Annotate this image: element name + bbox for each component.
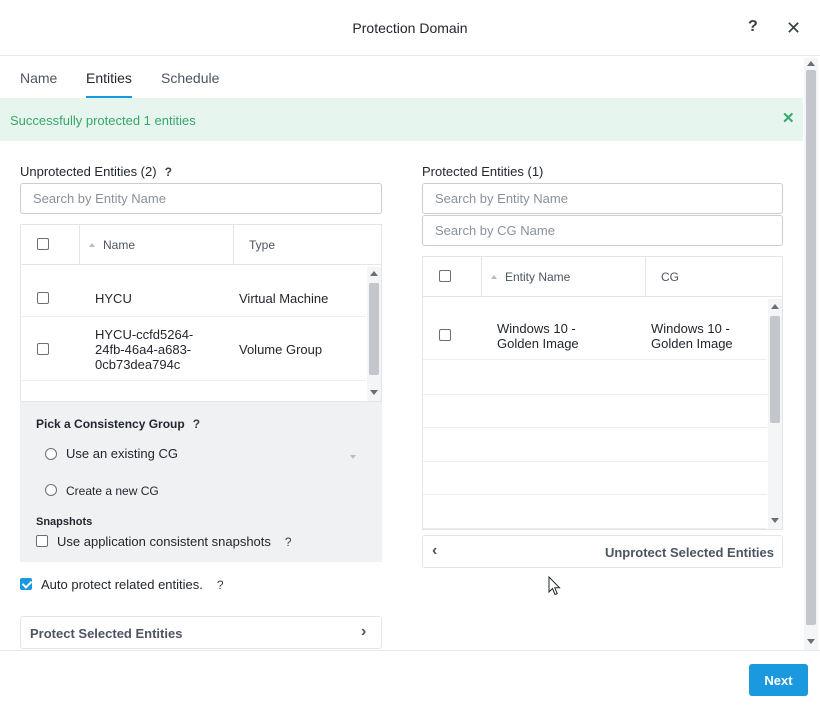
consistency-group-title: Pick a Consistency Group? bbox=[36, 417, 200, 431]
tab-entities[interactable]: Entities bbox=[86, 70, 132, 86]
scroll-up-arrow-icon[interactable] bbox=[771, 304, 779, 309]
select-all-checkbox[interactable] bbox=[439, 270, 451, 282]
scroll-up-arrow-icon[interactable] bbox=[370, 271, 378, 276]
entity-type: Virtual Machine bbox=[239, 291, 329, 306]
scroll-down-arrow-icon[interactable] bbox=[771, 518, 779, 523]
existing-cg-radio[interactable] bbox=[45, 448, 57, 460]
cg-name-line: Golden Image bbox=[651, 336, 733, 351]
table-header: Name Type bbox=[21, 225, 381, 265]
scroll-down-arrow-icon[interactable] bbox=[807, 639, 815, 644]
protect-selected-button[interactable]: Protect Selected Entities › bbox=[20, 616, 382, 649]
entity-name: HYCU-ccfd5264- 24fb-46a4-a683- 0cb73dea7… bbox=[95, 327, 193, 372]
column-divider bbox=[233, 225, 234, 265]
auto-protect-checkbox[interactable] bbox=[20, 578, 32, 590]
snapshots-option-text: Use application consistent snapshots bbox=[57, 534, 271, 549]
row-divider bbox=[21, 316, 366, 317]
dialog-footer bbox=[0, 650, 820, 708]
consistency-group-panel: Pick a Consistency Group? Use an existin… bbox=[20, 402, 382, 562]
close-icon[interactable]: ✕ bbox=[786, 18, 801, 38]
dialog-header: Protection Domain ? ✕ bbox=[0, 0, 820, 56]
new-cg-radio[interactable] bbox=[45, 484, 57, 496]
entity-type: Volume Group bbox=[239, 342, 323, 357]
table-header: Entity Name CG bbox=[423, 257, 782, 297]
scroll-down-arrow-icon[interactable] bbox=[370, 390, 378, 395]
unprotected-entities-title: Unprotected Entities (2) bbox=[20, 164, 157, 179]
unprotected-entities-table: Name Type HYCU Virtual Machine HYCU-ccfd… bbox=[20, 224, 382, 402]
cg-search-input[interactable] bbox=[422, 215, 783, 246]
unprotect-selected-button[interactable]: ‹ Unprotect Selected Entities bbox=[422, 535, 783, 568]
chevron-right-icon: › bbox=[361, 623, 367, 640]
entity-name-line: Golden Image bbox=[497, 336, 579, 351]
unprotected-entities-heading: Unprotected Entities (2)? bbox=[20, 164, 172, 179]
entity-name-line: 0cb73dea794c bbox=[95, 357, 181, 372]
table-scrollbar[interactable] bbox=[367, 267, 381, 401]
question-icon[interactable]: ? bbox=[193, 417, 200, 431]
column-header-entity-name[interactable]: Entity Name bbox=[491, 270, 570, 284]
column-divider bbox=[481, 257, 482, 297]
entity-name: Windows 10 - Golden Image bbox=[497, 321, 579, 351]
row-checkbox[interactable] bbox=[439, 329, 451, 341]
unprotected-search-input[interactable] bbox=[20, 183, 382, 214]
scrollbar-thumb[interactable] bbox=[806, 70, 816, 625]
scrollbar-thumb[interactable] bbox=[770, 316, 780, 423]
question-icon[interactable]: ? bbox=[217, 578, 224, 592]
protected-entities-table: Entity Name CG Windows 10 - Golden Image… bbox=[422, 256, 783, 530]
column-divider bbox=[79, 225, 80, 265]
mouse-pointer-icon bbox=[548, 576, 561, 596]
snapshots-title: Snapshots bbox=[36, 516, 93, 528]
row-divider bbox=[21, 380, 366, 381]
auto-protect-text: Auto protect related entities. bbox=[41, 577, 203, 592]
app-consistent-snapshots-checkbox[interactable] bbox=[36, 535, 48, 547]
column-header-type[interactable]: Type bbox=[249, 238, 275, 252]
unprotect-selected-label: Unprotect Selected Entities bbox=[604, 545, 774, 560]
sort-ascending-icon bbox=[89, 243, 95, 247]
close-icon[interactable]: ✕ bbox=[782, 109, 795, 127]
auto-protect-label[interactable]: Auto protect related entities.? bbox=[41, 577, 224, 592]
app-consistent-snapshots-label[interactable]: Use application consistent snapshots? bbox=[57, 534, 292, 549]
column-header-label: Name bbox=[103, 238, 136, 252]
select-all-checkbox[interactable] bbox=[37, 238, 49, 250]
entity-cg: Windows 10 - Golden Image bbox=[651, 321, 733, 351]
column-header-label: Entity Name bbox=[505, 270, 571, 284]
tab-name[interactable]: Name bbox=[20, 70, 57, 86]
row-checkbox[interactable] bbox=[37, 343, 49, 355]
column-header-cg[interactable]: CG bbox=[661, 270, 679, 284]
success-message: Successfully protected 1 entities bbox=[10, 113, 196, 128]
new-cg-label[interactable]: Create a new CG bbox=[66, 484, 159, 498]
main-scrollbar[interactable] bbox=[804, 58, 818, 650]
question-icon[interactable]: ? bbox=[748, 18, 758, 36]
entity-name-line: Windows 10 - bbox=[497, 321, 576, 336]
column-divider bbox=[645, 257, 646, 297]
cg-name-line: Windows 10 - bbox=[651, 321, 730, 336]
protected-search-input[interactable] bbox=[422, 183, 783, 214]
table-scrollbar[interactable] bbox=[768, 299, 782, 529]
chevron-left-icon: ‹ bbox=[432, 542, 438, 559]
consistency-group-label: Pick a Consistency Group bbox=[36, 417, 185, 431]
dialog-title: Protection Domain bbox=[352, 20, 468, 36]
row-divider bbox=[423, 494, 767, 495]
sort-ascending-icon bbox=[491, 275, 497, 279]
entity-name: HYCU bbox=[95, 291, 132, 306]
question-icon[interactable]: ? bbox=[165, 165, 172, 179]
row-divider bbox=[423, 394, 767, 395]
row-divider bbox=[423, 427, 767, 428]
entity-name-line: 24fb-46a4-a683- bbox=[95, 342, 192, 357]
protected-entities-title: Protected Entities (1) bbox=[422, 164, 544, 179]
scrollbar-thumb[interactable] bbox=[369, 283, 379, 375]
row-divider bbox=[423, 461, 767, 462]
row-checkbox[interactable] bbox=[37, 292, 49, 304]
protect-selected-label: Protect Selected Entities bbox=[30, 626, 183, 641]
tab-schedule[interactable]: Schedule bbox=[161, 70, 219, 86]
question-icon[interactable]: ? bbox=[285, 535, 292, 549]
existing-cg-label[interactable]: Use an existing CG bbox=[66, 446, 178, 461]
entity-name-line: HYCU-ccfd5264- bbox=[95, 327, 194, 342]
chevron-down-icon[interactable] bbox=[350, 455, 356, 459]
success-banner: Successfully protected 1 entities ✕ bbox=[0, 98, 803, 141]
row-divider bbox=[423, 528, 767, 529]
next-button[interactable]: Next bbox=[749, 664, 808, 696]
scroll-up-arrow-icon[interactable] bbox=[807, 61, 815, 66]
column-header-name[interactable]: Name bbox=[89, 238, 135, 252]
row-divider bbox=[423, 359, 767, 360]
